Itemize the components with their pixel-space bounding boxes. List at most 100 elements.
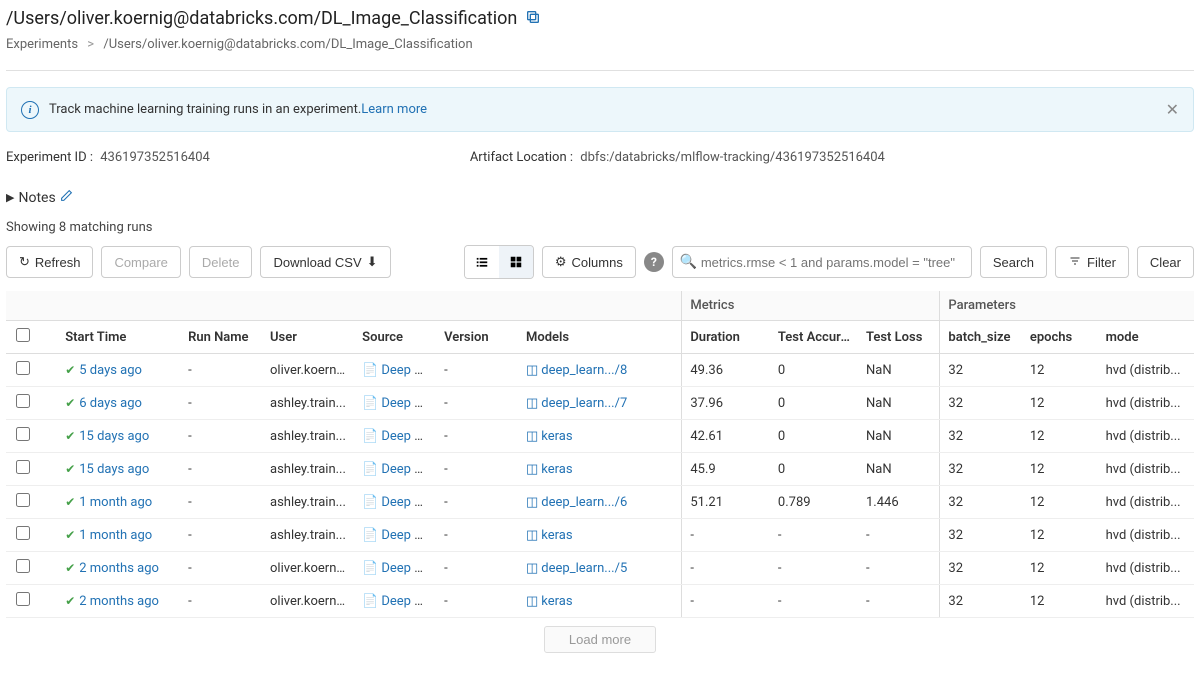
status-success-icon: ✔ [65, 495, 75, 509]
model-link[interactable]: keras [541, 594, 572, 609]
source-link[interactable]: Deep Lear [381, 495, 436, 510]
start-time-link[interactable]: 1 month ago [79, 495, 152, 510]
refresh-button[interactable]: ↻ Refresh [6, 246, 93, 278]
learn-more-link[interactable]: Learn more [361, 102, 427, 117]
epochs-cell: 12 [1022, 387, 1098, 420]
row-checkbox[interactable] [16, 361, 30, 375]
run-name-cell: - [180, 387, 262, 420]
source-link[interactable]: Deep Lear [381, 462, 436, 477]
source-link[interactable]: Deep Lear [381, 429, 436, 444]
table-row[interactable]: ✔2 months ago-oliver.koern...📄Deep Lear-… [6, 552, 1194, 585]
source-link[interactable]: Deep Lear [381, 363, 436, 378]
user-cell: oliver.koern... [262, 585, 354, 618]
notebook-icon: 📄 [362, 495, 378, 510]
row-checkbox[interactable] [16, 526, 30, 540]
test-accuracy-cell: 0 [770, 387, 858, 420]
row-checkbox[interactable] [16, 559, 30, 573]
start-time-link[interactable]: 15 days ago [79, 429, 149, 444]
model-link[interactable]: keras [541, 462, 572, 477]
delete-button[interactable]: Delete [189, 246, 253, 278]
model-link[interactable]: keras [541, 429, 572, 444]
batch-size-cell: 32 [940, 519, 1022, 552]
col-batch-size[interactable]: batch_size [940, 321, 1022, 354]
row-checkbox[interactable] [16, 460, 30, 474]
start-time-link[interactable]: 6 days ago [79, 396, 142, 411]
batch-size-cell: 32 [940, 420, 1022, 453]
user-cell: ashley.train... [262, 387, 354, 420]
source-link[interactable]: Deep Lear [381, 594, 436, 609]
source-link[interactable]: Deep Lear [381, 396, 436, 411]
source-link[interactable]: Deep Lear [381, 528, 436, 543]
start-time-link[interactable]: 15 days ago [79, 462, 149, 477]
table-row[interactable]: ✔6 days ago-ashley.train...📄Deep Lear-◫d… [6, 387, 1194, 420]
source-link[interactable]: Deep Lear [381, 561, 436, 576]
col-user[interactable]: User [262, 321, 354, 354]
user-cell: oliver.koern... [262, 354, 354, 387]
model-icon: ◫ [526, 495, 538, 510]
table-row[interactable]: ✔15 days ago-ashley.train...📄Deep Lear-◫… [6, 420, 1194, 453]
row-checkbox[interactable] [16, 592, 30, 606]
col-epochs[interactable]: epochs [1022, 321, 1098, 354]
load-more-button[interactable]: Load more [544, 626, 656, 653]
columns-button[interactable]: ⚙ Columns [542, 246, 636, 278]
test-loss-cell: - [858, 552, 940, 585]
model-link[interactable]: deep_learn.../6 [541, 495, 627, 510]
col-test-loss[interactable]: Test Loss [858, 321, 940, 354]
notebook-icon: 📄 [362, 528, 378, 543]
list-view-button[interactable] [465, 246, 499, 278]
col-run-name[interactable]: Run Name [180, 321, 262, 354]
table-row[interactable]: ✔1 month ago-ashley.train...📄Deep Lear-◫… [6, 519, 1194, 552]
status-success-icon: ✔ [65, 363, 75, 377]
table-row[interactable]: ✔5 days ago-oliver.koern...📄Deep Lear-◫d… [6, 354, 1194, 387]
duration-cell: 37.96 [682, 387, 770, 420]
help-icon[interactable]: ? [644, 252, 664, 272]
model-link[interactable]: deep_learn.../8 [541, 363, 627, 378]
model-link[interactable]: deep_learn.../7 [541, 396, 627, 411]
table-row[interactable]: ✔15 days ago-ashley.train...📄Deep Lear-◫… [6, 453, 1194, 486]
test-accuracy-cell: - [770, 585, 858, 618]
select-all-checkbox[interactable] [16, 328, 30, 342]
breadcrumb-root[interactable]: Experiments [6, 37, 78, 52]
notes-toggle[interactable]: ▶ Notes [6, 189, 1194, 206]
test-accuracy-cell: 0 [770, 453, 858, 486]
user-cell: ashley.train... [262, 486, 354, 519]
duration-cell: - [682, 519, 770, 552]
test-accuracy-cell: 0 [770, 420, 858, 453]
table-row[interactable]: ✔1 month ago-ashley.train...📄Deep Lear-◫… [6, 486, 1194, 519]
row-checkbox[interactable] [16, 394, 30, 408]
table-row[interactable]: ✔2 months ago-oliver.koern...📄Deep Lear-… [6, 585, 1194, 618]
search-input[interactable] [672, 246, 972, 278]
col-duration[interactable]: Duration [682, 321, 770, 354]
col-mode[interactable]: mode [1098, 321, 1194, 354]
epochs-cell: 12 [1022, 486, 1098, 519]
batch-size-cell: 32 [940, 486, 1022, 519]
row-checkbox[interactable] [16, 427, 30, 441]
row-checkbox[interactable] [16, 493, 30, 507]
filter-button[interactable]: Filter [1055, 246, 1129, 278]
start-time-link[interactable]: 2 months ago [79, 561, 159, 576]
col-source[interactable]: Source [354, 321, 436, 354]
copy-icon[interactable] [525, 9, 541, 29]
clear-button[interactable]: Clear [1137, 246, 1194, 278]
search-button[interactable]: Search [980, 246, 1047, 278]
start-time-link[interactable]: 1 month ago [79, 528, 152, 543]
model-link[interactable]: deep_learn.../5 [541, 561, 627, 576]
start-time-link[interactable]: 5 days ago [79, 363, 142, 378]
col-start-time[interactable]: Start Time [57, 321, 180, 354]
col-test-accuracy[interactable]: Test Accuracy [770, 321, 858, 354]
test-accuracy-cell: - [770, 552, 858, 585]
search-icon: 🔍 [680, 254, 697, 270]
user-cell: ashley.train... [262, 420, 354, 453]
col-version[interactable]: Version [436, 321, 518, 354]
download-csv-button[interactable]: Download CSV ⬇ [260, 246, 390, 278]
model-link[interactable]: keras [541, 528, 572, 543]
col-models[interactable]: Models [518, 321, 682, 354]
grid-view-button[interactable] [499, 246, 533, 278]
compare-button[interactable]: Compare [101, 246, 180, 278]
version-cell: - [436, 354, 518, 387]
epochs-cell: 12 [1022, 453, 1098, 486]
edit-icon[interactable] [60, 189, 73, 206]
close-icon[interactable]: ✕ [1166, 100, 1179, 119]
run-name-cell: - [180, 519, 262, 552]
start-time-link[interactable]: 2 months ago [79, 594, 159, 609]
